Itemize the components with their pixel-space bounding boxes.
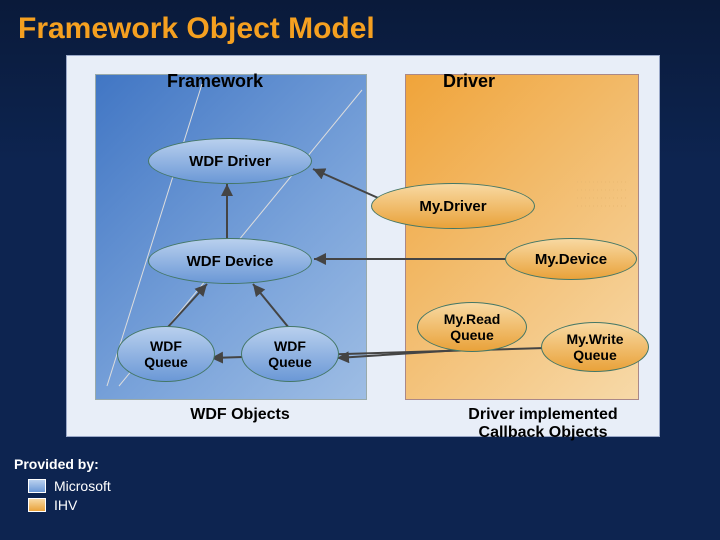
node-wdf-queue-1: WDF Queue [117, 326, 215, 382]
node-my-device: My.Device [505, 238, 637, 280]
node-wdf-driver: WDF Driver [148, 138, 312, 184]
node-label: My.Device [535, 251, 607, 268]
diagram-stage: Framework Driver WDF Driver My.Driver WD… [66, 55, 660, 437]
node-my-driver: My.Driver [371, 183, 535, 229]
legend-title: Provided by: [14, 456, 111, 472]
swatch-orange-icon [28, 498, 46, 512]
legend: Provided by: Microsoft IHV [14, 456, 111, 516]
legend-label: Microsoft [54, 478, 111, 494]
swatch-blue-icon [28, 479, 46, 493]
node-label: WDF Queue [268, 338, 312, 370]
node-my-write-queue: My.Write Queue [541, 322, 649, 372]
wdf-objects-label: WDF Objects [165, 406, 315, 424]
node-wdf-device: WDF Device [148, 238, 312, 284]
driver-panel-label: Driver [443, 71, 495, 92]
framework-panel-label: Framework [167, 71, 263, 92]
legend-label: IHV [54, 497, 77, 513]
legend-item-microsoft: Microsoft [28, 478, 111, 494]
node-wdf-queue-2: WDF Queue [241, 326, 339, 382]
node-label: WDF Queue [144, 338, 188, 370]
node-my-read-queue: My.Read Queue [417, 302, 527, 352]
node-label: WDF Device [187, 253, 274, 270]
legend-item-ihv: IHV [28, 497, 111, 513]
callback-objects-label: Driver implemented Callback Objects [443, 406, 643, 442]
node-label: My.Driver [419, 198, 486, 215]
page-title: Framework Object Model [0, 0, 720, 46]
node-label: WDF Driver [189, 153, 271, 170]
node-label: My.Read Queue [444, 311, 501, 343]
node-label: My.Write Queue [566, 331, 623, 363]
